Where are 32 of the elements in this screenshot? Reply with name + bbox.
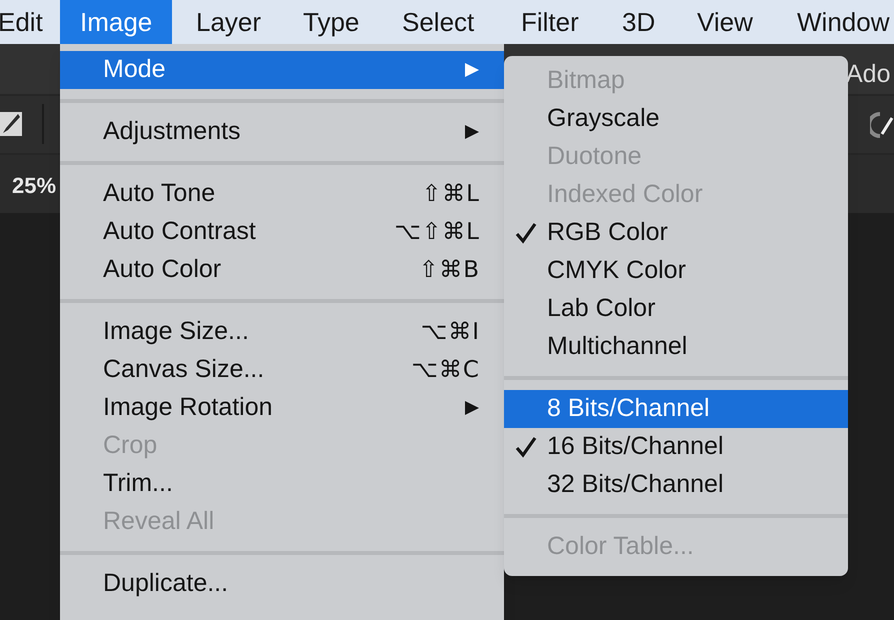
menu-item[interactable]: Multichannel xyxy=(504,328,848,366)
menu-item[interactable]: 32 Bits/Channel xyxy=(504,466,848,504)
checkmark-icon xyxy=(515,436,537,458)
window-title: Ado xyxy=(846,59,890,90)
menu-item[interactable]: Image Rotation xyxy=(60,389,504,427)
menu-item[interactable]: 8 Bits/Channel xyxy=(504,390,848,428)
checkmark-icon xyxy=(515,222,537,244)
menu-item[interactable]: Lab Color xyxy=(504,290,848,328)
menu-item[interactable]: 16 Bits/Channel xyxy=(504,428,848,466)
menu-item[interactable]: RGB Color xyxy=(504,214,848,252)
menu-bar-item[interactable]: Edit xyxy=(0,0,63,44)
menu-item[interactable]: Image Size... ⌥⌘I xyxy=(60,313,504,351)
menu-item[interactable]: Auto Color ⇧⌘B xyxy=(60,251,504,289)
menu-bar-item[interactable]: Filter xyxy=(501,0,599,44)
menu-item[interactable]: CMYK Color xyxy=(504,252,848,290)
menu-bar-item[interactable]: Window xyxy=(777,0,894,44)
menu-bar-item[interactable]: 3D xyxy=(602,0,676,44)
menu-item[interactable]: Grayscale xyxy=(504,100,848,138)
menu-item[interactable]: Mode xyxy=(60,51,504,89)
menu-bar-item[interactable]: Type xyxy=(283,0,380,44)
menu-item[interactable]: Canvas Size... ⌥⌘C xyxy=(60,351,504,389)
menu-bar-item[interactable]: Select xyxy=(382,0,494,44)
menu-bar-item[interactable]: Image xyxy=(60,0,172,44)
menu-item[interactable]: Auto Tone ⇧⌘L xyxy=(60,175,504,213)
menu-bar-item[interactable]: View xyxy=(677,0,773,44)
brush-pressure-icon[interactable] xyxy=(870,110,894,140)
menu-item[interactable]: Duplicate... xyxy=(60,565,504,603)
menu-item[interactable]: Auto Contrast ⌥⇧⌘L xyxy=(60,213,504,251)
menu-item[interactable]: Adjustments xyxy=(60,113,504,151)
document-tab[interactable]: 25% xyxy=(12,169,56,202)
menu-bar-item[interactable]: Layer xyxy=(176,0,282,44)
menu-item[interactable]: Trim... xyxy=(60,465,504,503)
